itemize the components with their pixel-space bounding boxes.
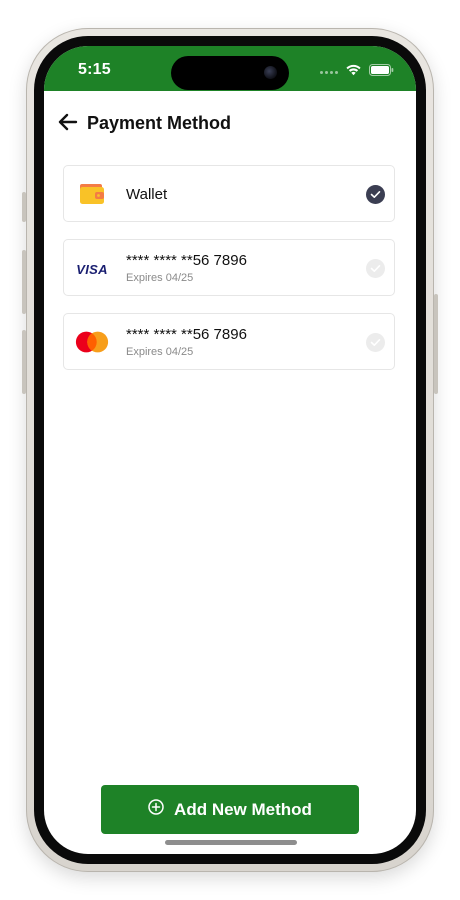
card-expiry: Expires 04/25 — [126, 346, 194, 358]
back-button[interactable] — [56, 112, 80, 136]
battery-icon — [369, 63, 394, 81]
checkmark-icon — [366, 185, 385, 204]
status-icons — [320, 63, 394, 81]
visa-logo: VISA — [76, 261, 108, 277]
mastercard-logo — [74, 328, 110, 356]
wifi-icon — [345, 63, 362, 81]
wallet-icon — [74, 180, 110, 208]
volume-down-button — [22, 330, 26, 394]
power-button — [434, 294, 438, 394]
status-time: 5:15 — [78, 61, 111, 78]
payment-option-visa[interactable]: VISA **** **** **56 7896 Expires 04/25 — [63, 239, 395, 296]
payment-option-title: Wallet — [126, 186, 168, 203]
app-screen: 5:15 Payment Method Wallet VISA **** ***… — [44, 46, 416, 854]
checkmark-icon — [366, 333, 385, 352]
signal-icon — [320, 70, 338, 74]
page-title: Payment Method — [87, 113, 232, 133]
plus-circle-icon — [148, 799, 164, 820]
card-number: **** **** **56 7896 — [126, 252, 247, 269]
card-number: **** **** **56 7896 — [126, 326, 247, 343]
status-bar: 5:15 — [44, 46, 416, 91]
payment-option-wallet[interactable]: Wallet — [63, 165, 395, 222]
page-header: Payment Method — [44, 108, 416, 140]
dynamic-island — [171, 56, 289, 90]
volume-up-button — [22, 250, 26, 314]
card-expiry: Expires 04/25 — [126, 272, 194, 284]
add-new-method-button[interactable]: Add New Method — [101, 785, 359, 834]
mute-switch — [22, 192, 26, 222]
checkmark-icon — [366, 259, 385, 278]
front-camera — [264, 66, 277, 79]
payment-option-mastercard[interactable]: **** **** **56 7896 Expires 04/25 — [63, 313, 395, 370]
home-indicator[interactable] — [165, 840, 297, 845]
add-new-method-label: Add New Method — [174, 799, 312, 819]
arrow-left-icon — [58, 113, 78, 136]
